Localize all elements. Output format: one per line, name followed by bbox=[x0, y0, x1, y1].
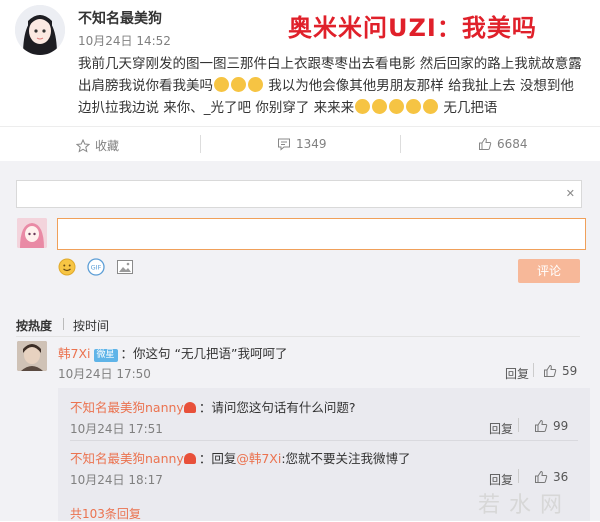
divider bbox=[63, 318, 64, 330]
post-text: 我前几天穿刚发的图一图三那件白上衣跟枣枣出去看电影 然后回家的路上我就故意露出肩… bbox=[78, 53, 584, 119]
sort-by-hot[interactable]: 按热度 bbox=[16, 317, 52, 334]
divider bbox=[533, 363, 534, 377]
commenter-avatar[interactable] bbox=[17, 341, 47, 371]
emoji-icon bbox=[248, 77, 263, 92]
member-badge[interactable]: 微星 bbox=[93, 349, 118, 362]
more-replies-link[interactable]: 共103条回复 bbox=[70, 505, 141, 522]
thumbs-up-icon bbox=[544, 364, 557, 377]
reply-like-button[interactable]: 99 bbox=[534, 419, 568, 433]
divider bbox=[16, 336, 580, 337]
mention-link[interactable]: @韩7Xi bbox=[236, 451, 281, 466]
commenter-name[interactable]: 韩7Xi bbox=[58, 346, 91, 361]
emoji-icon bbox=[231, 77, 246, 92]
submit-comment-button[interactable]: 评论 bbox=[518, 259, 580, 283]
emoji-icon bbox=[355, 99, 371, 114]
emoji-icon bbox=[423, 99, 439, 114]
emoji-icon bbox=[389, 99, 405, 114]
smiley-icon[interactable] bbox=[58, 258, 76, 276]
thumbs-up-icon bbox=[535, 419, 548, 432]
comment-icon bbox=[278, 138, 290, 151]
reply-link[interactable]: 回复 bbox=[489, 471, 513, 488]
comment-count: 1349 bbox=[296, 137, 327, 151]
reply-time: 10月24日 17:51 bbox=[70, 422, 163, 436]
emoji-icon bbox=[406, 99, 422, 114]
sort-by-time[interactable]: 按时间 bbox=[73, 317, 109, 334]
reply-body: ：请问您这句话有什么问题? bbox=[198, 400, 356, 415]
comment-time: 10月24日 17:50 bbox=[58, 367, 151, 381]
divider bbox=[70, 440, 578, 441]
reply-like-count: 36 bbox=[553, 470, 569, 484]
post-time[interactable]: 10月24日 14:52 bbox=[78, 32, 171, 49]
divider bbox=[518, 469, 519, 483]
author-name[interactable]: 不知名最美狗 bbox=[78, 8, 162, 28]
reply-user-name[interactable]: 不知名最美狗nanny bbox=[70, 400, 184, 415]
post-text-part-c: 无几把语 bbox=[439, 100, 498, 116]
close-icon[interactable]: ✕ bbox=[566, 187, 575, 200]
thumbs-up-icon bbox=[535, 470, 548, 483]
comment-input[interactable] bbox=[57, 218, 586, 250]
overlay-caption: 奥米米问UZI：我美吗 bbox=[288, 14, 537, 42]
divider bbox=[200, 135, 201, 153]
reply-link[interactable]: 回复 bbox=[505, 365, 529, 382]
image-icon[interactable] bbox=[116, 258, 134, 276]
reply-time: 10月24日 18:17 bbox=[70, 473, 163, 487]
comment-like-count: 59 bbox=[562, 364, 578, 378]
collect-button[interactable]: 收藏 bbox=[76, 137, 119, 154]
heart-icon bbox=[183, 453, 196, 464]
comment-like-button[interactable]: 59 bbox=[543, 364, 577, 378]
reply-text: 不知名最美狗nanny ：回复@韩7Xi:您就不要关注我微博了 bbox=[70, 448, 411, 467]
forward-box[interactable]: ✕ bbox=[16, 180, 582, 208]
reply-prefix: ：回复 bbox=[198, 451, 237, 466]
divider bbox=[400, 135, 401, 153]
my-avatar[interactable] bbox=[17, 218, 47, 248]
like-count: 6684 bbox=[497, 137, 528, 151]
reply-text: 不知名最美狗nanny ：请问您这句话有什么问题? bbox=[70, 397, 355, 416]
collect-label: 收藏 bbox=[95, 139, 120, 153]
reply-like-button[interactable]: 36 bbox=[534, 470, 568, 484]
star-icon bbox=[76, 138, 90, 153]
comment-text: 韩7Xi 微星 ：你这句 “无几把语”我呵呵了 bbox=[58, 343, 287, 362]
heart-icon bbox=[183, 402, 196, 413]
reply-body: :您就不要关注我微博了 bbox=[281, 451, 411, 466]
comment-button[interactable]: 1349 bbox=[277, 137, 327, 151]
divider bbox=[518, 418, 519, 432]
like-button[interactable]: 6684 bbox=[478, 137, 528, 151]
svg-text:GIF: GIF bbox=[91, 264, 102, 272]
action-bar: 收藏 1349 6684 bbox=[0, 126, 600, 162]
gif-icon[interactable]: GIF bbox=[87, 258, 105, 276]
emoji-icon bbox=[214, 77, 229, 92]
reply-link[interactable]: 回复 bbox=[489, 420, 513, 437]
comment-body: ：你这句 “无几把语”我呵呵了 bbox=[120, 346, 288, 361]
author-avatar[interactable] bbox=[15, 5, 65, 55]
reply-like-count: 99 bbox=[553, 419, 569, 433]
thumbs-up-icon bbox=[479, 137, 492, 150]
site-watermark: 若水网 bbox=[478, 493, 572, 518]
reply-user-name[interactable]: 不知名最美狗nanny bbox=[70, 451, 184, 466]
emoji-icon bbox=[372, 99, 388, 114]
